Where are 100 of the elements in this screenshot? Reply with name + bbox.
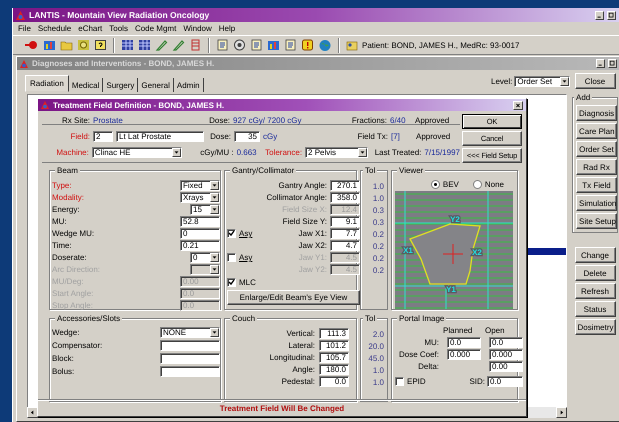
menu-item[interactable]: Tools	[109, 24, 128, 33]
text-field[interactable]: 180.0	[319, 364, 349, 375]
maximize-button[interactable]	[608, 59, 617, 68]
group-title: Portal Image	[397, 314, 446, 323]
text-field[interactable]: 270.1	[330, 180, 360, 191]
text-field[interactable]: 0.21	[180, 240, 220, 251]
add-button[interactable]: Care Plan	[576, 123, 617, 139]
text-field[interactable]: 0.000	[447, 349, 481, 360]
disc-icon[interactable]	[233, 39, 246, 51]
tab[interactable]: Admin	[174, 78, 204, 92]
text-field[interactable]: 9.1	[330, 216, 360, 227]
text-field[interactable]: 111.3	[319, 328, 349, 339]
document-icon[interactable]	[250, 39, 263, 51]
action-button[interactable]: Dosimetry	[574, 319, 616, 335]
scroll-right-icon[interactable]	[556, 407, 567, 418]
text-field[interactable]: 2	[93, 130, 113, 142]
text-field[interactable]: 105.7	[319, 352, 349, 363]
globe-icon[interactable]	[318, 38, 332, 52]
maximize-button[interactable]	[607, 10, 616, 20]
text-field[interactable]: 0.00	[489, 361, 523, 372]
menu-item[interactable]: File	[18, 24, 31, 33]
action-button[interactable]: Status	[574, 301, 616, 317]
column-header: Tol	[363, 166, 378, 175]
chart-icon[interactable]	[43, 39, 56, 51]
text-field[interactable]: 35	[234, 130, 260, 142]
field-value: Prostate	[93, 116, 124, 124]
field-label: Delta:	[418, 361, 439, 372]
pen-icon[interactable]	[172, 39, 185, 51]
add-button[interactable]: Simulation	[576, 195, 617, 211]
dropdown-arrow-icon	[210, 265, 219, 274]
add-button[interactable]: Diagnosis	[576, 105, 617, 121]
action-button[interactable]: Delete	[574, 265, 616, 281]
checkbox[interactable]	[395, 377, 404, 386]
menu-item[interactable]: Code Mgmt	[134, 24, 176, 33]
grid-icon[interactable]	[121, 39, 134, 51]
checkbox[interactable]	[227, 229, 236, 238]
level-label: Level:	[491, 76, 512, 87]
text-field[interactable]: 101.2	[319, 340, 349, 351]
menu-item[interactable]: eChart	[78, 24, 102, 33]
alert-icon[interactable]	[301, 39, 314, 51]
group-title: Gantry/Collimator	[230, 166, 296, 175]
crosshair-icon	[442, 244, 464, 264]
field-label: Jaw X2:	[298, 240, 327, 251]
bars-icon[interactable]	[189, 39, 202, 51]
text-field[interactable]: 4.7	[330, 240, 360, 251]
menu-item[interactable]: Schedule	[38, 24, 72, 33]
add-button[interactable]: Rad Rx	[576, 159, 617, 175]
action-button[interactable]: Refresh	[574, 283, 616, 299]
dropdown[interactable]: Order Set	[514, 76, 570, 87]
tolerance-value: 45.0	[368, 353, 384, 364]
text-field[interactable]: 0.0	[447, 337, 481, 348]
text-field[interactable]	[160, 353, 220, 364]
grid-icon[interactable]	[138, 39, 151, 51]
text-field[interactable]	[160, 340, 220, 351]
add-button[interactable]: Tx Field	[576, 177, 617, 193]
text-field[interactable]: 0	[180, 228, 220, 239]
field-label: Field:	[69, 130, 90, 142]
tolerance-value: 0.2	[372, 265, 384, 276]
close-button[interactable]: Close	[574, 73, 616, 89]
document-icon[interactable]	[216, 39, 229, 51]
minimize-button[interactable]	[595, 10, 604, 20]
chart-icon[interactable]	[267, 39, 280, 51]
tab[interactable]: Radiation	[25, 75, 69, 92]
help-icon[interactable]	[94, 39, 107, 51]
pen-icon[interactable]	[155, 39, 168, 51]
close-icon[interactable]	[513, 100, 523, 110]
field-label: Bolus:	[52, 366, 74, 377]
add-button[interactable]: Order Set	[576, 141, 617, 157]
bev-button[interactable]: Enlarge/Edit Beam's Eye View	[227, 290, 360, 305]
action-button[interactable]: Change	[574, 247, 616, 263]
text-field[interactable]: Lt Lat Prostate	[116, 130, 204, 142]
minimize-button[interactable]	[596, 59, 605, 68]
group-title: Accessories/Slots	[55, 314, 122, 323]
text-field[interactable]: 0.0	[487, 376, 523, 387]
text-field[interactable]	[160, 366, 220, 377]
radio-button[interactable]	[430, 180, 440, 188]
radio-button[interactable]	[472, 180, 482, 188]
menu-item[interactable]: Window	[183, 24, 212, 33]
text-field[interactable]: 52.8	[180, 216, 220, 227]
field-label: Field Size Y:	[282, 216, 327, 227]
scroll-left-icon[interactable]	[27, 407, 38, 418]
add-button[interactable]: Site Setup	[576, 213, 617, 229]
dropdown[interactable]: 2 Pelvis	[305, 146, 368, 158]
text-field[interactable]: 0.0	[319, 376, 349, 387]
menu-item[interactable]: Help	[218, 24, 236, 33]
dropdown[interactable]: 0	[190, 252, 220, 263]
dropdown[interactable]: NONE	[160, 327, 220, 338]
dropdown-arrow-icon	[560, 77, 570, 86]
text-field[interactable]: 358.0	[330, 192, 360, 203]
dropdown[interactable]: Xrays	[180, 192, 220, 203]
text-field[interactable]: 0.0	[489, 337, 523, 348]
text-field[interactable]: 7.7	[330, 228, 360, 239]
dropdown[interactable]: Fixed	[180, 180, 220, 191]
document-icon[interactable]	[284, 39, 297, 51]
dropdown[interactable]: Clinac HE	[92, 146, 182, 158]
checkbox[interactable]	[227, 278, 236, 286]
stop-icon[interactable]	[25, 39, 39, 51]
text-field[interactable]: 0.000	[489, 349, 523, 360]
field-label: Fractions:	[351, 114, 387, 126]
dropdown[interactable]: 15	[190, 204, 220, 215]
